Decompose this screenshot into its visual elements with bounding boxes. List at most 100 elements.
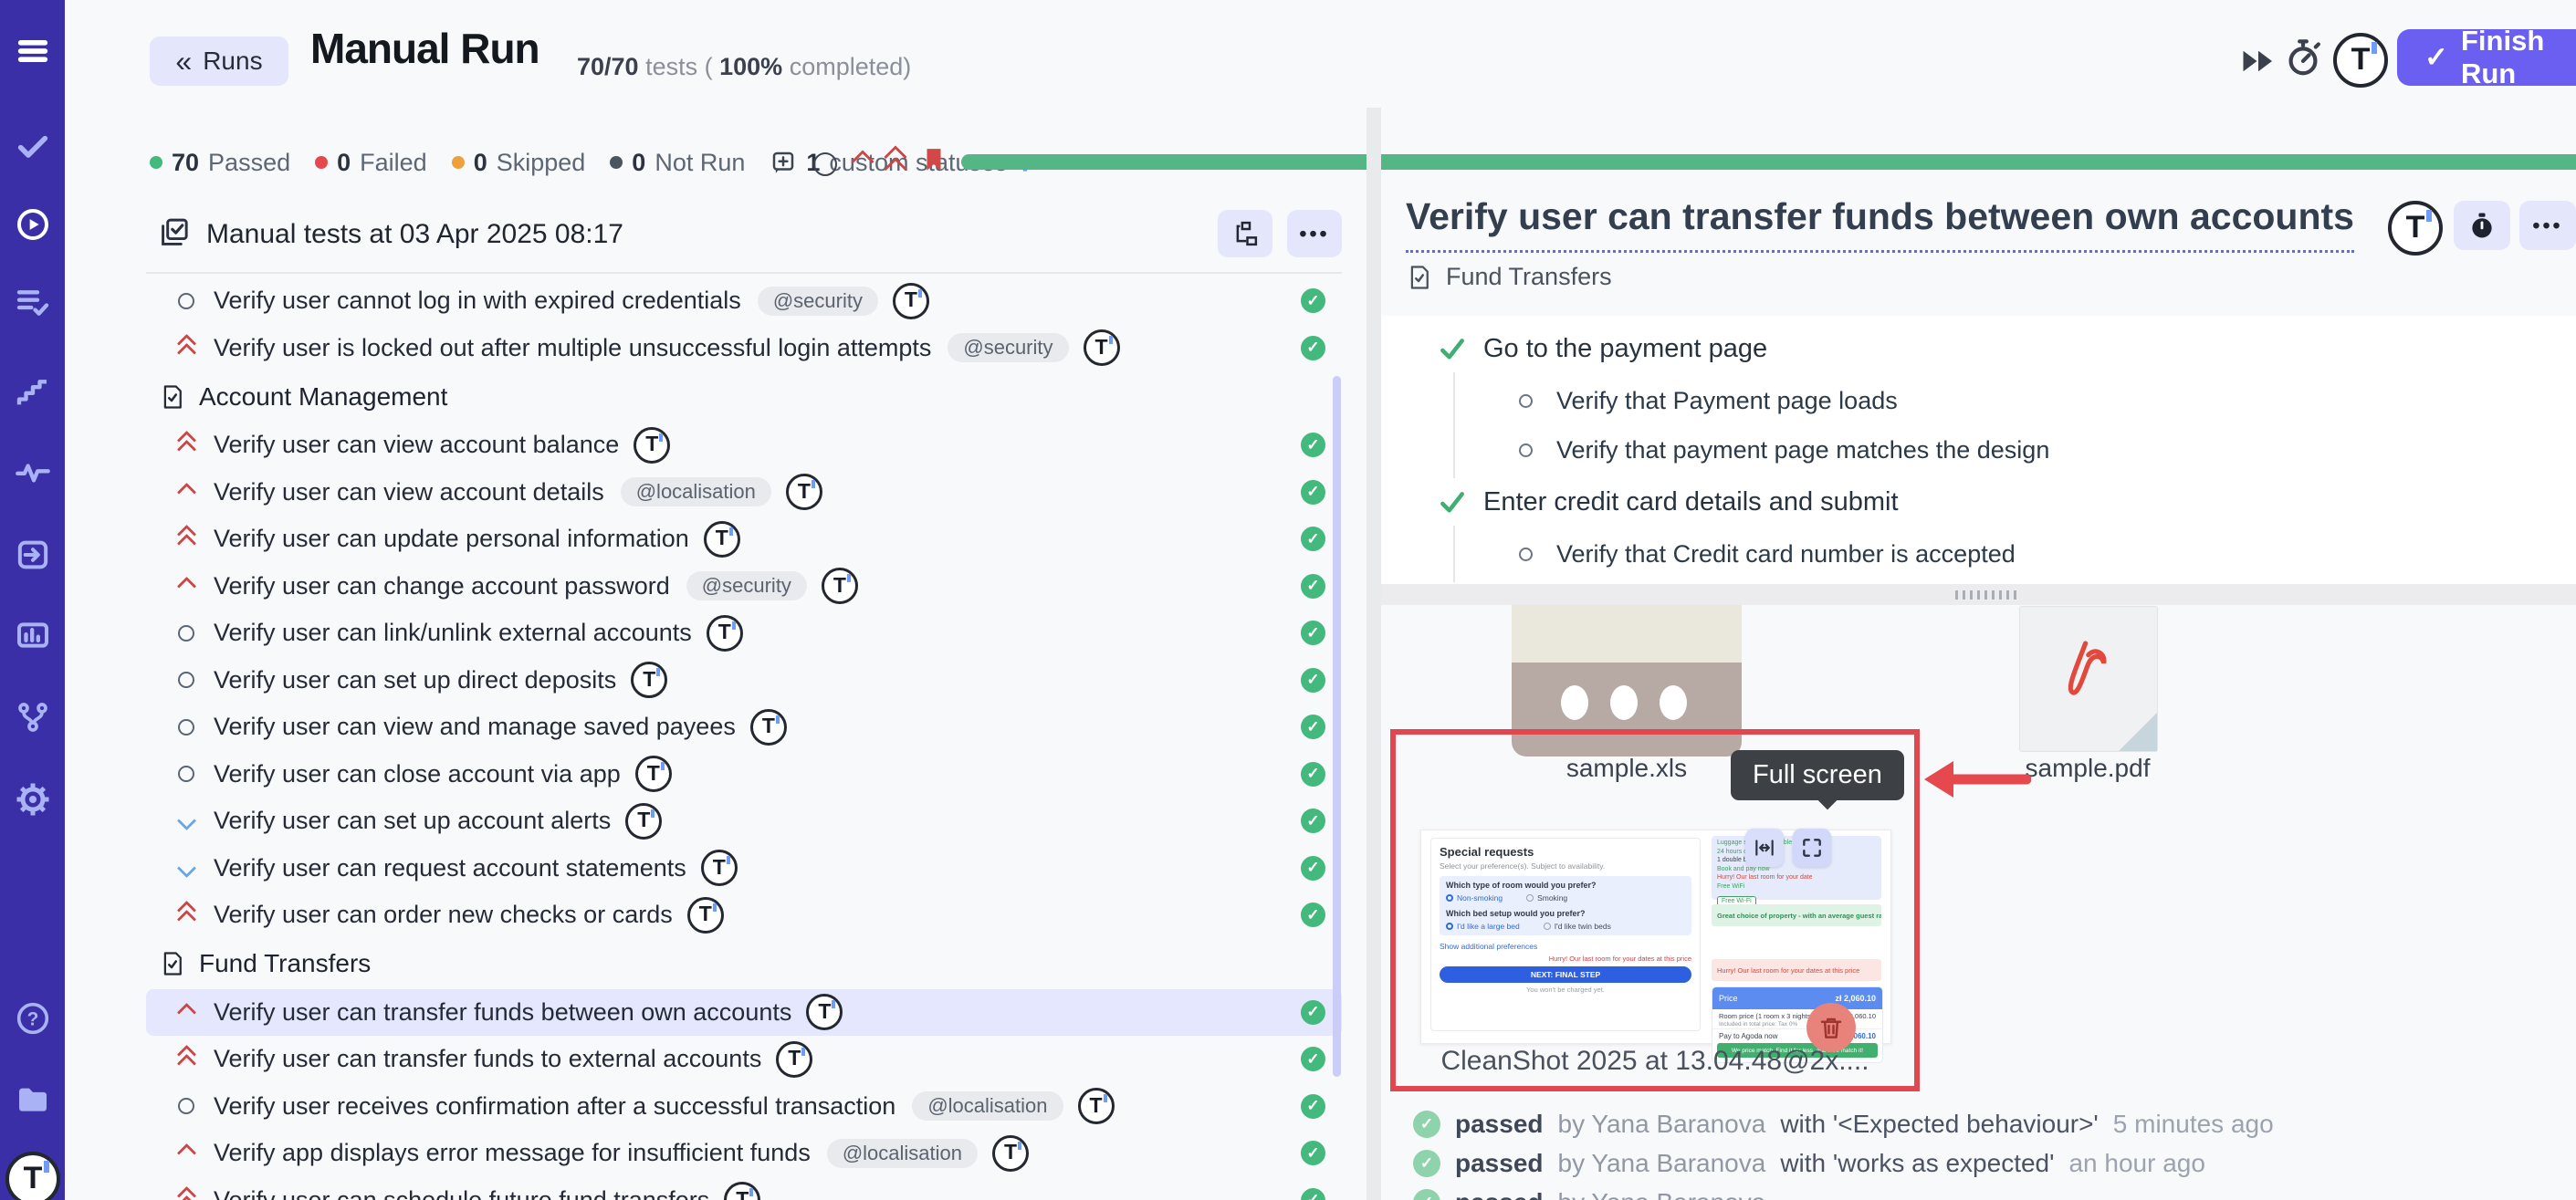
suite-breadcrumb[interactable]: Fund Transfers <box>1406 263 1612 291</box>
testomat-badge-icon[interactable] <box>776 1041 812 1078</box>
testomat-badge-icon[interactable] <box>707 615 743 652</box>
reports-icon[interactable] <box>15 617 51 653</box>
test-row[interactable]: Verify user can set up direct deposits✓ <box>146 657 1342 704</box>
menu-icon[interactable] <box>15 33 51 69</box>
annotation-arrow-icon <box>1917 756 2031 808</box>
stopwatch-button[interactable] <box>2454 201 2510 250</box>
priority-filter-critical-icon[interactable] <box>887 149 904 177</box>
bookmark-filter-icon[interactable] <box>920 144 948 180</box>
step-substep[interactable]: Verify that Credit card number is accept… <box>1455 529 2576 579</box>
test-row[interactable]: Verify user is locked out after multiple… <box>146 325 1342 372</box>
priority-critical-icon <box>173 1048 199 1070</box>
group-view-button[interactable] <box>1218 210 1272 257</box>
suite-row[interactable]: Account Management <box>146 371 1342 422</box>
list-scrollbar[interactable] <box>1333 376 1341 1077</box>
list-more-button[interactable]: ••• <box>1287 210 1342 257</box>
priority-normal-icon <box>173 625 199 642</box>
testomat-badge-icon[interactable] <box>893 283 929 319</box>
test-plans-icon[interactable] <box>15 285 51 321</box>
status-passed-icon: ✓ <box>1301 1188 1325 1200</box>
help-icon[interactable]: ? <box>15 1000 51 1037</box>
testomat-badge-icon[interactable] <box>635 756 672 792</box>
step-row[interactable]: Go to the payment page <box>1381 325 2576 372</box>
back-icon: « <box>175 45 192 78</box>
testomat-badge-icon[interactable] <box>806 994 843 1030</box>
attachment-screenshot-label: CleanShot 2025 at 13.04.48@2x.... <box>1420 1046 1890 1077</box>
full-screen-icon <box>1800 836 1824 860</box>
test-row[interactable]: Verify user can view account balance✓ <box>146 422 1342 469</box>
test-row[interactable]: Verify user can link/unlink external acc… <box>146 610 1342 657</box>
panel-resize-divider[interactable] <box>1367 108 1381 1200</box>
testomat-badge-icon[interactable] <box>724 1182 760 1200</box>
import-icon[interactable] <box>15 537 51 573</box>
fit-width-button[interactable] <box>1745 829 1784 867</box>
testomat-badge-icon[interactable] <box>701 850 738 886</box>
checks-icon[interactable] <box>15 128 51 164</box>
milestones-icon[interactable] <box>15 374 51 411</box>
back-to-runs-button[interactable]: « Runs <box>150 37 288 86</box>
delete-attachment-button[interactable] <box>1806 1003 1856 1052</box>
settings-gear-icon[interactable] <box>15 781 51 818</box>
detail-more-button[interactable]: ••• <box>2519 201 2576 250</box>
testomat-badge-icon[interactable] <box>625 803 662 840</box>
test-row-selected[interactable]: Verify user can transfer funds between o… <box>146 989 1342 1037</box>
testomat-logo-header[interactable] <box>2333 33 2388 88</box>
testomat-badge-icon[interactable] <box>992 1135 1029 1172</box>
drag-handle-icon[interactable] <box>1955 590 2016 600</box>
test-row[interactable]: Verify user can order new checks or card… <box>146 892 1342 939</box>
test-row[interactable]: Verify user can view and manage saved pa… <box>146 704 1342 751</box>
stopwatch-icon <box>2466 210 2497 241</box>
priority-normal-icon <box>173 766 199 782</box>
test-row[interactable]: Verify user can close account via app✓ <box>146 751 1342 798</box>
projects-folder-icon[interactable] <box>15 1082 51 1119</box>
finish-run-button[interactable]: ✓ Finish Run <box>2397 29 2576 86</box>
timer-icon[interactable] <box>2282 37 2324 78</box>
test-tag: @security <box>948 333 1068 362</box>
step-passed-icon <box>1438 334 1467 363</box>
priority-filter-high-icon[interactable] <box>854 153 871 170</box>
testomat-badge-icon[interactable] <box>822 568 858 604</box>
run-progress-bar <box>961 154 2576 170</box>
test-row[interactable]: Verify user can schedule future fund tra… <box>146 1177 1342 1200</box>
test-row[interactable]: Verify user can view account details@loc… <box>146 469 1342 517</box>
test-row[interactable]: Verify user can set up account alerts✓ <box>146 798 1342 845</box>
status-passed-icon: ✓ <box>1301 762 1325 787</box>
test-row[interactable]: Verify user cannot log in with expired c… <box>146 277 1342 325</box>
test-row[interactable]: Verify user can change account password@… <box>146 563 1342 610</box>
step-substep[interactable]: Verify that payment page matches the des… <box>1455 425 2576 475</box>
testomat-badge-icon[interactable] <box>1078 1088 1115 1124</box>
attachment-pdf-thumbnail[interactable] <box>2019 606 2158 752</box>
notrun-stat: 0Not Run <box>610 149 745 177</box>
test-tag: @security <box>686 571 807 600</box>
runs-icon[interactable] <box>15 206 51 243</box>
page-title: Manual Run <box>310 24 539 73</box>
testomat-badge-icon[interactable] <box>687 897 724 934</box>
test-row[interactable]: Verify app displays error message for in… <box>146 1130 1342 1177</box>
screenshot-urgent-banner: Hurry! Our last room for your dates at t… <box>1712 959 1881 981</box>
testomat-badge-icon[interactable] <box>2388 201 2443 256</box>
testomat-badge-icon[interactable] <box>631 662 667 698</box>
test-row[interactable]: Verify user can transfer funds to extern… <box>146 1036 1342 1083</box>
test-row[interactable]: Verify user can update personal informat… <box>146 516 1342 563</box>
suite-row[interactable]: Fund Transfers <box>146 939 1342 989</box>
status-passed-icon: ✓ <box>1301 903 1325 927</box>
priority-filter-normal-icon[interactable] <box>813 152 837 176</box>
testomat-badge-icon[interactable] <box>786 474 822 510</box>
testomat-badge-icon[interactable] <box>634 427 670 464</box>
passed-check-icon: ✓ <box>1413 1189 1440 1200</box>
testomat-badge-icon[interactable] <box>704 521 740 558</box>
pulse-icon[interactable] <box>15 454 51 491</box>
fast-forward-icon[interactable] <box>2238 47 2278 75</box>
status-passed-icon: ✓ <box>1301 433 1325 457</box>
step-substep[interactable]: Verify that Payment page loads <box>1455 376 2576 425</box>
testomat-logo[interactable] <box>5 1152 60 1200</box>
testomat-badge-icon[interactable] <box>1084 329 1120 366</box>
branch-icon[interactable] <box>15 699 51 736</box>
history-row: ✓ passed by Yana Baranova <box>1413 1183 2274 1200</box>
full-screen-button[interactable] <box>1793 829 1831 867</box>
test-row[interactable]: Verify user receives confirmation after … <box>146 1083 1342 1131</box>
test-row[interactable]: Verify user can request account statemen… <box>146 845 1342 892</box>
testomat-badge-icon[interactable] <box>750 709 787 746</box>
priority-critical-icon <box>173 1189 199 1200</box>
step-row[interactable]: Enter credit card details and submit <box>1381 478 2576 526</box>
